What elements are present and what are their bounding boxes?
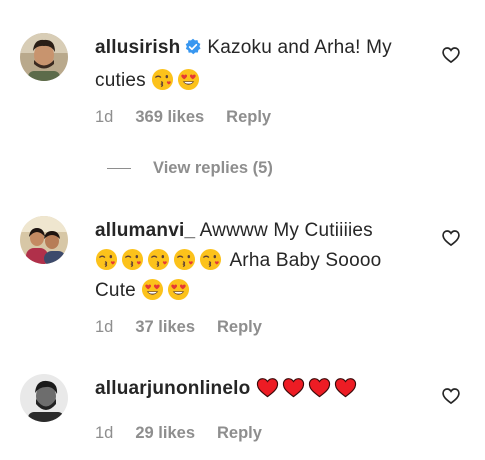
heart-eyes-emoji — [141, 278, 164, 301]
like-heart-icon[interactable] — [441, 45, 463, 67]
face-blowing-kiss-emoji — [121, 248, 144, 271]
comment-meta: 1d 29 likes Reply — [95, 424, 284, 443]
comment-text: allumanvi_ Awwww My Cutiiiies Arha Baby … — [95, 216, 420, 306]
comment-text-line: Kazoku and Arha! My — [207, 37, 392, 58]
red-heart-emoji — [334, 376, 357, 399]
red-heart-emoji — [282, 376, 305, 399]
divider-line — [107, 168, 131, 170]
red-heart-emoji — [308, 376, 331, 399]
comment-text-line: Arha Baby Soooo — [229, 250, 382, 271]
face-blowing-kiss-emoji — [95, 248, 118, 271]
comment-age: 1d — [95, 108, 114, 126]
avatar[interactable] — [20, 374, 68, 422]
avatar[interactable] — [20, 216, 68, 264]
comment-age: 1d — [95, 424, 114, 442]
avatar[interactable] — [20, 33, 68, 81]
reply-button[interactable]: Reply — [217, 318, 262, 336]
red-heart-emoji — [256, 376, 279, 399]
face-blowing-kiss-emoji — [147, 248, 170, 271]
like-heart-icon[interactable] — [441, 386, 463, 408]
view-replies-button[interactable]: View replies (5) — [107, 159, 273, 178]
comment-username[interactable]: allumanvi_ — [95, 220, 195, 241]
likes-count[interactable]: 29 likes — [135, 424, 195, 442]
reply-button[interactable]: Reply — [217, 424, 262, 442]
comment-text-line: Cute — [95, 280, 136, 301]
view-replies-label: View replies (5) — [153, 159, 273, 177]
reply-button[interactable]: Reply — [226, 108, 271, 126]
comment-username[interactable]: allusirish — [95, 37, 180, 58]
heart-eyes-emoji — [177, 68, 200, 91]
comment-username[interactable]: alluarjunonlinelo — [95, 378, 250, 399]
comment-meta: 1d 37 likes Reply — [95, 318, 284, 337]
face-blowing-kiss-emoji — [151, 68, 174, 91]
comment-meta: 1d 369 likes Reply — [95, 108, 293, 127]
like-heart-icon[interactable] — [441, 228, 463, 250]
likes-count[interactable]: 37 likes — [135, 318, 195, 336]
face-blowing-kiss-emoji — [173, 248, 196, 271]
comment-age: 1d — [95, 318, 114, 336]
comment-text: alluarjunonlinelo — [95, 374, 420, 404]
likes-count[interactable]: 369 likes — [135, 108, 204, 126]
comment-text-line: cuties — [95, 70, 146, 91]
heart-eyes-emoji — [167, 278, 190, 301]
comment-text-line: Awwww My Cutiiiies — [199, 220, 373, 241]
face-blowing-kiss-emoji — [199, 248, 222, 271]
verified-badge-icon — [184, 36, 202, 66]
comment-text: allusirish Kazoku and Arha! My cuties — [95, 33, 420, 96]
comments-list: allusirish Kazoku and Arha! My cuties 1d 3… — [0, 0, 485, 460]
